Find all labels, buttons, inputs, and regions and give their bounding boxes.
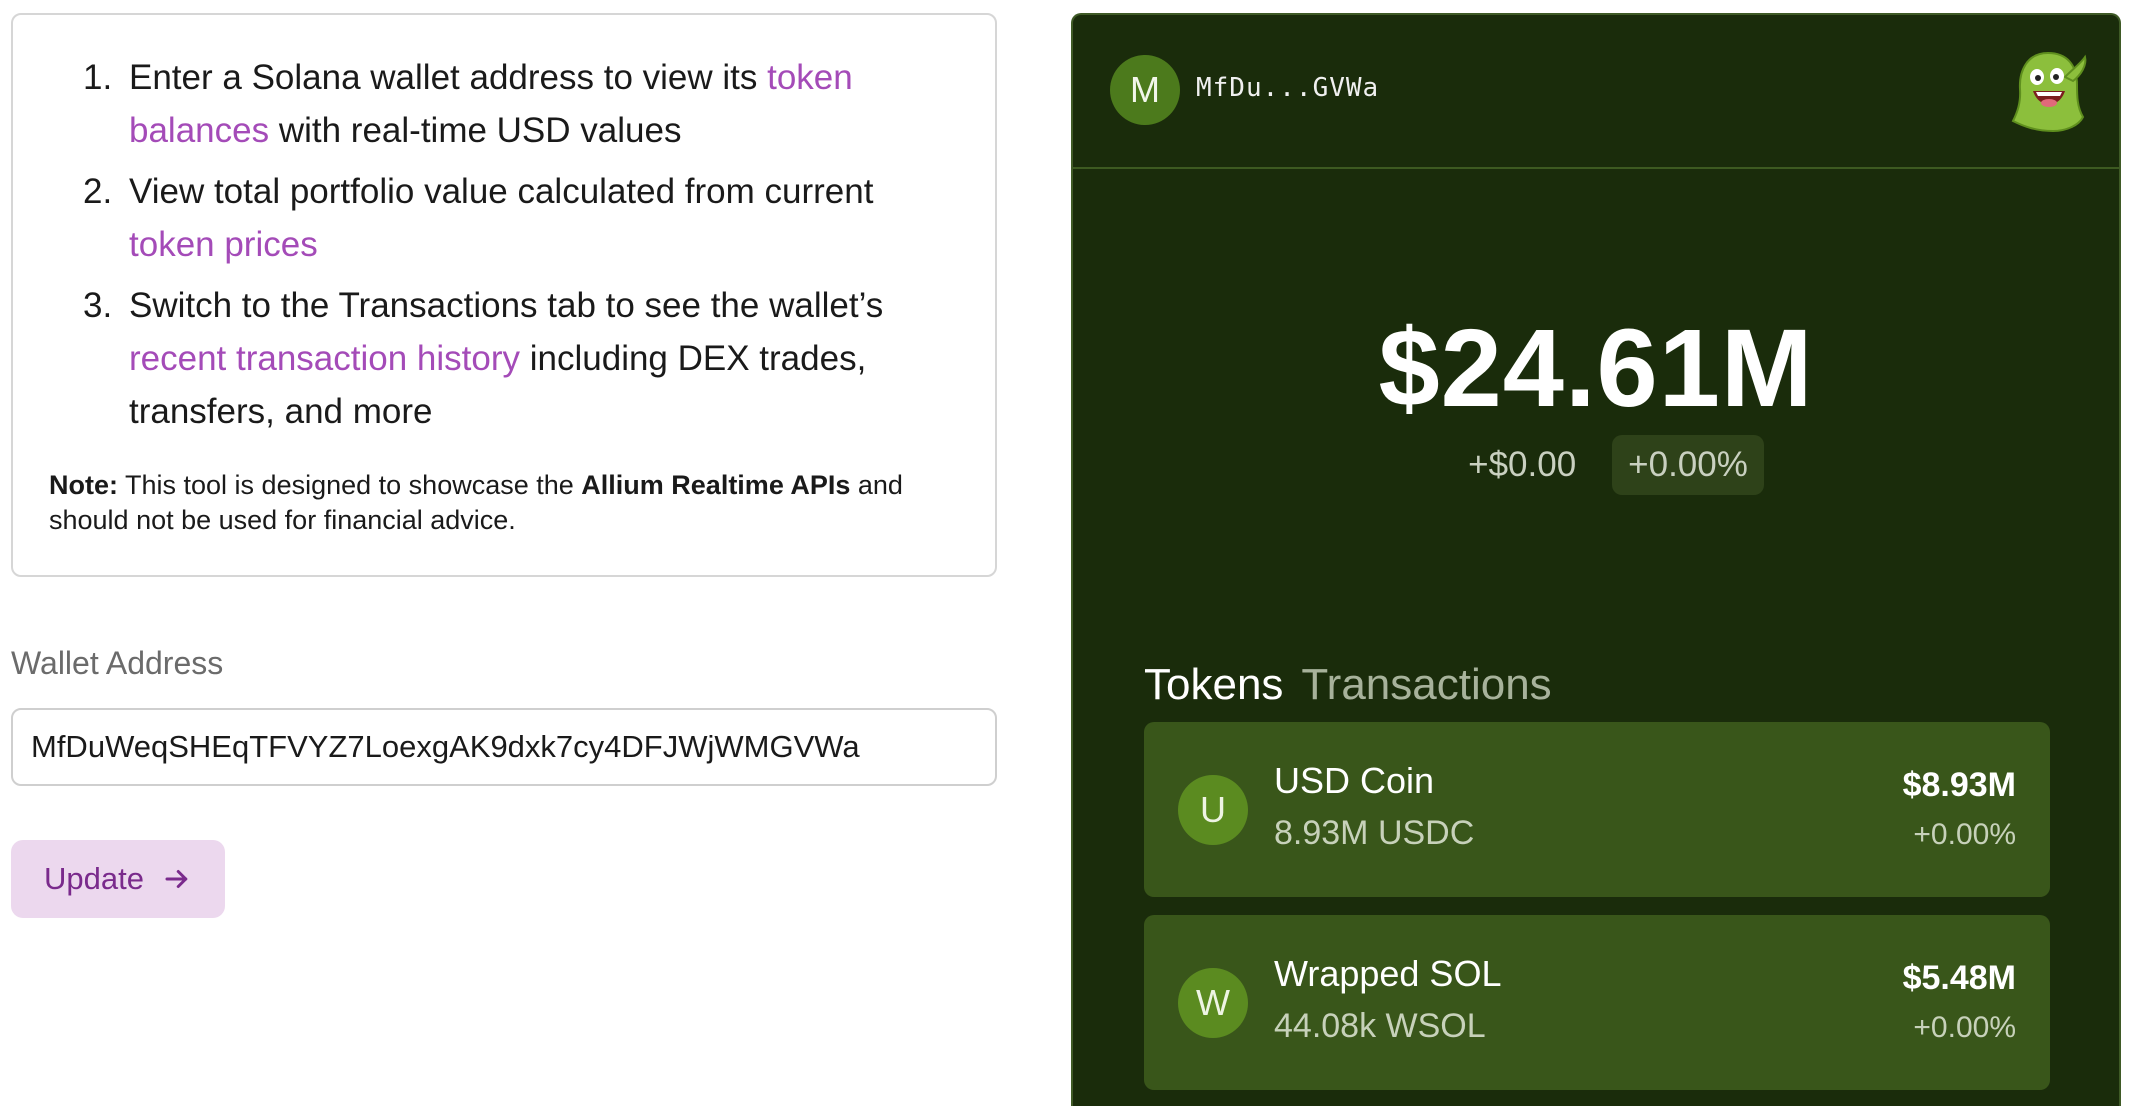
steps-list: 1. Enter a Solana wallet address to view … — [49, 51, 959, 438]
token-usd-value: $8.93M — [1902, 766, 2016, 804]
step-text: View total portfolio value calculated fr… — [129, 172, 874, 211]
update-button-label: Update — [44, 861, 144, 896]
token-icon: U — [1178, 775, 1248, 845]
portfolio-change-row: +$0.00 +0.00% — [1073, 435, 2119, 495]
wallet-address-input[interactable] — [11, 708, 997, 786]
step-2: 2. View total portfolio value calculated … — [49, 165, 959, 271]
step-number: 3. — [83, 286, 113, 325]
wallet-address-label: Wallet Address — [11, 645, 224, 681]
instructions-card: 1. Enter a Solana wallet address to view … — [11, 13, 997, 577]
step-3: 3. Switch to the Transactions tab to see … — [49, 279, 959, 438]
tab-tokens[interactable]: Tokens — [1144, 660, 1283, 710]
step-1: 1. Enter a Solana wallet address to view … — [49, 51, 959, 157]
update-button[interactable]: Update — [11, 840, 225, 918]
note-text: This tool is designed to showcase the — [118, 470, 582, 500]
portfolio-change-amount: +$0.00 — [1468, 445, 1577, 484]
step-highlight-link[interactable]: token prices — [129, 225, 318, 264]
token-row-wsol[interactable]: W Wrapped SOL 44.08k WSOL $5.48M +0.00% — [1144, 915, 2050, 1090]
arrow-right-icon — [162, 864, 192, 894]
step-highlight-link[interactable]: recent transaction history — [129, 339, 520, 378]
token-change-percent: +0.00% — [1913, 1011, 2016, 1044]
token-usd-value: $5.48M — [1902, 959, 2016, 997]
token-name: USD Coin — [1274, 760, 1435, 801]
total-portfolio-value: $24.61M — [1378, 307, 1814, 430]
token-row-usdc[interactable]: U USD Coin 8.93M USDC $8.93M +0.00% — [1144, 722, 2050, 897]
step-text-after: with real-time USD values — [269, 111, 682, 150]
wallet-avatar: M — [1110, 55, 1180, 125]
panel-header: M MfDu...GVWa — [1073, 15, 2119, 169]
step-number: 2. — [83, 172, 113, 211]
short-wallet-address[interactable]: MfDu...GVWa — [1196, 73, 1379, 103]
token-amount: 44.08k WSOL — [1274, 1007, 1486, 1045]
token-amount: 8.93M USDC — [1274, 814, 1475, 852]
step-text: Enter a Solana wallet address to view it… — [129, 58, 768, 97]
step-text: Switch to the Transactions tab to see th… — [129, 286, 884, 325]
portfolio-change-percent-badge: +0.00% — [1612, 435, 1764, 495]
note-label: Note: — [49, 470, 118, 500]
step-number: 1. — [83, 58, 113, 97]
token-name: Wrapped SOL — [1274, 953, 1502, 994]
token-icon: W — [1178, 968, 1248, 1038]
token-change-percent: +0.00% — [1913, 818, 2016, 851]
panel-tabs: Tokens Transactions — [1144, 660, 1552, 710]
green-ghost-mascot-icon — [2007, 47, 2089, 135]
disclaimer-note: Note: This tool is designed to showcase … — [49, 468, 949, 538]
tab-transactions[interactable]: Transactions — [1301, 660, 1551, 710]
wallet-panel: M MfDu...GVWa $24.61M +$0.00 +0.00% Toke… — [1071, 13, 2121, 1106]
note-bold-text: Allium Realtime APIs — [581, 470, 851, 500]
